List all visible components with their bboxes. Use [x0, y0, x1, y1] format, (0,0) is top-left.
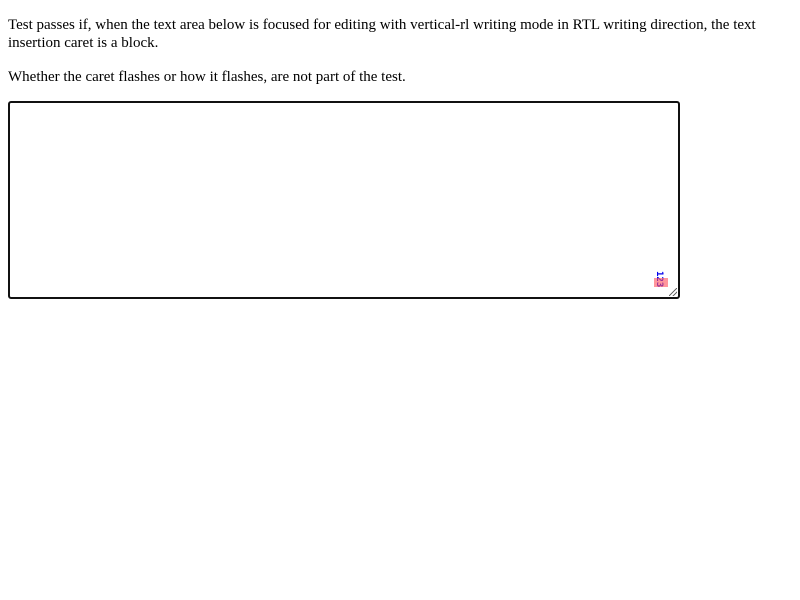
test-textarea[interactable]: 123 [8, 101, 680, 299]
instruction-text: Test passes if, when the text area below… [8, 17, 756, 51]
block-caret [654, 278, 668, 287]
resize-grip-icon[interactable] [669, 288, 677, 296]
note-text: Whether the caret flashes or how it flas… [8, 69, 406, 85]
